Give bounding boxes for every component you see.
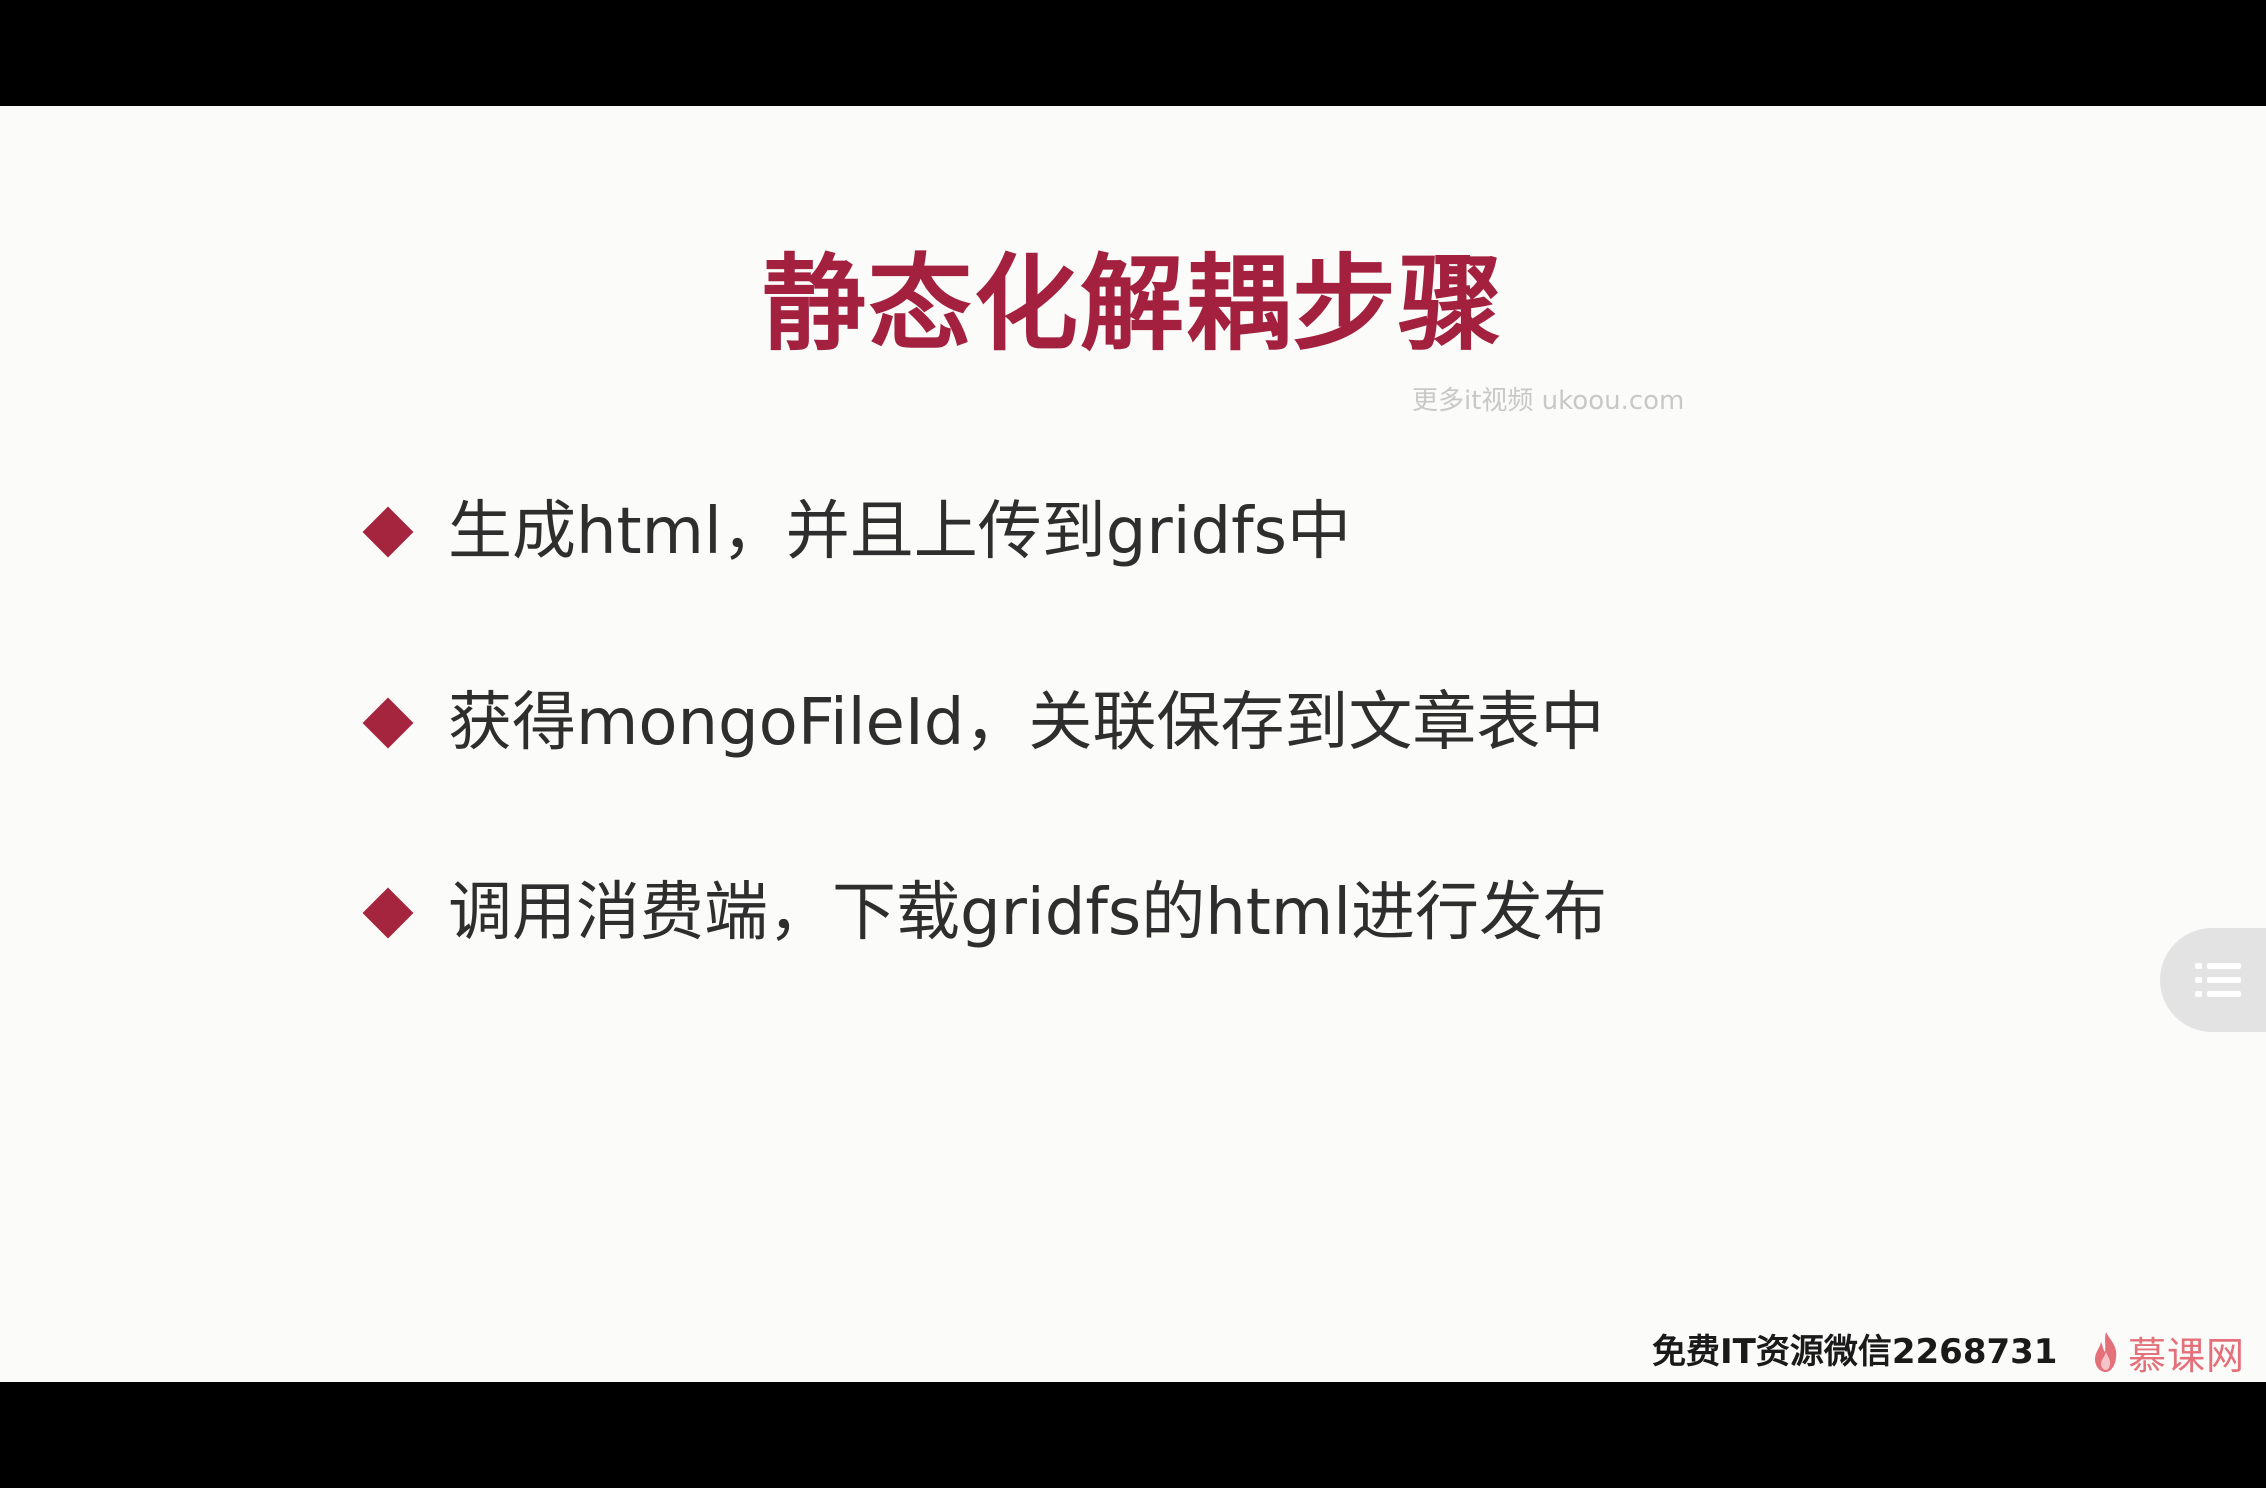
brand-logo: 慕课网 [2092, 1322, 2245, 1382]
footer-note: 免费IT资源微信2268731 [1652, 1332, 2058, 1372]
slide-title: 静态化解耦步骤 [761, 243, 1504, 365]
diamond-bullet-icon [362, 887, 414, 939]
bullet-item-3: 调用消费端，下载gridfs的html进行发布 [362, 863, 1607, 963]
flame-icon [2095, 1332, 2117, 1372]
bullet-text: 生成html，并且上传到gridfs中 [448, 495, 1351, 569]
diamond-bullet-icon [362, 506, 414, 558]
bullet-item-2: 获得mongoFileId，关联保存到文章表中 [362, 673, 1604, 773]
bullet-text: 调用消费端，下载gridfs的html进行发布 [448, 876, 1607, 950]
letterbox-bottom [0, 1382, 2266, 1488]
bullet-item-1: 生成html，并且上传到gridfs中 [362, 482, 1351, 582]
watermark: 更多it视频 ukoou.com [1412, 386, 1685, 416]
bullet-text: 获得mongoFileId，关联保存到文章表中 [448, 686, 1605, 760]
list-menu-icon [2195, 961, 2241, 999]
letterbox-top [0, 0, 2266, 106]
menu-toggle-button[interactable] [2160, 928, 2266, 1032]
presentation-slide: 静态化解耦步骤 生成html，并且上传到gridfs中 获得mongoFileI… [0, 106, 2266, 1382]
brand-name: 慕课网 [2128, 1333, 2246, 1378]
diamond-bullet-icon [362, 697, 414, 749]
